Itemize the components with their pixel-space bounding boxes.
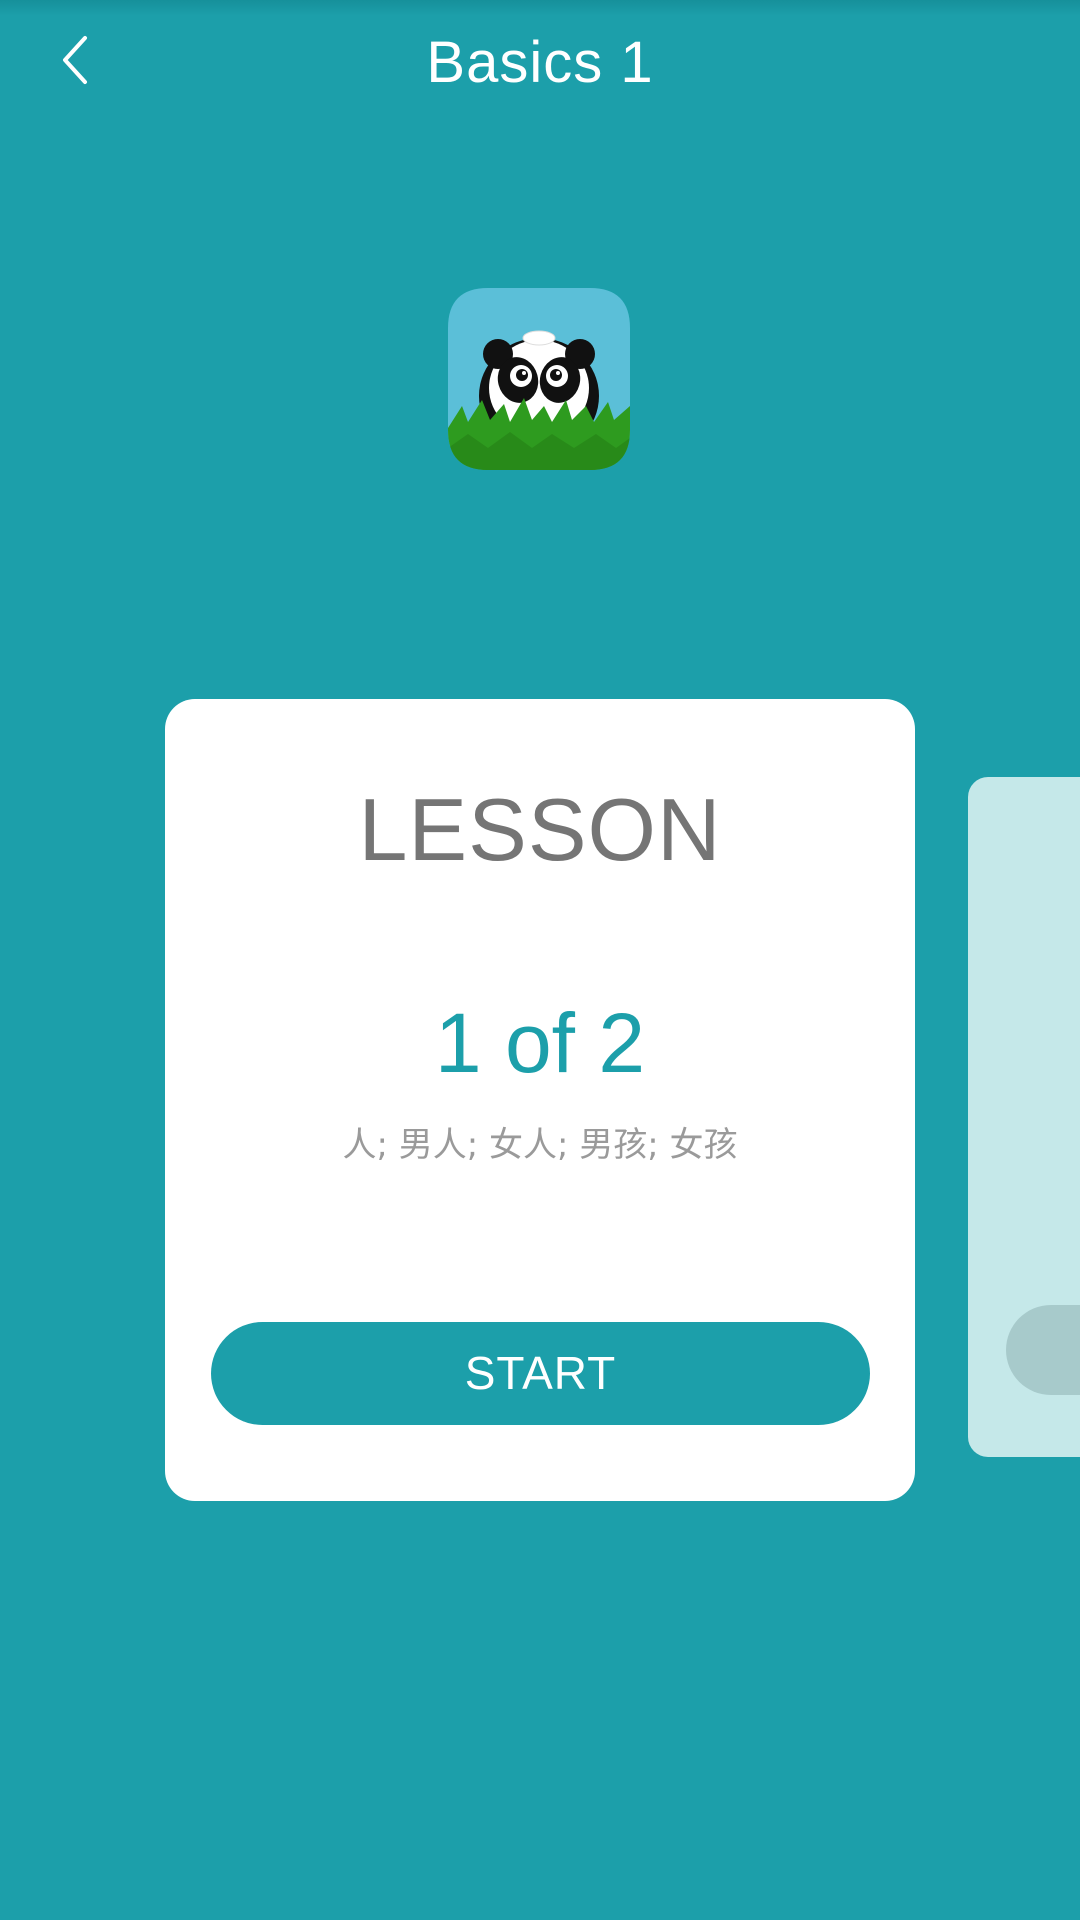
lesson-words: 人; 男人; 女人; 男孩; 女孩 bbox=[342, 1125, 738, 1165]
start-button[interactable]: START bbox=[211, 1322, 870, 1425]
panda-icon bbox=[448, 288, 630, 470]
lesson-screen: Basics 1 LESSON 1 of 2 人; 男人; 女人; 男孩; 女孩… bbox=[0, 0, 1080, 1920]
top-bar: Basics 1 bbox=[0, 0, 1080, 130]
lesson-heading: LESSON bbox=[358, 780, 722, 879]
lesson-counter: 1 of 2 bbox=[434, 996, 646, 1090]
next-lesson-start-button[interactable] bbox=[1006, 1305, 1080, 1395]
page-title: Basics 1 bbox=[426, 30, 654, 95]
